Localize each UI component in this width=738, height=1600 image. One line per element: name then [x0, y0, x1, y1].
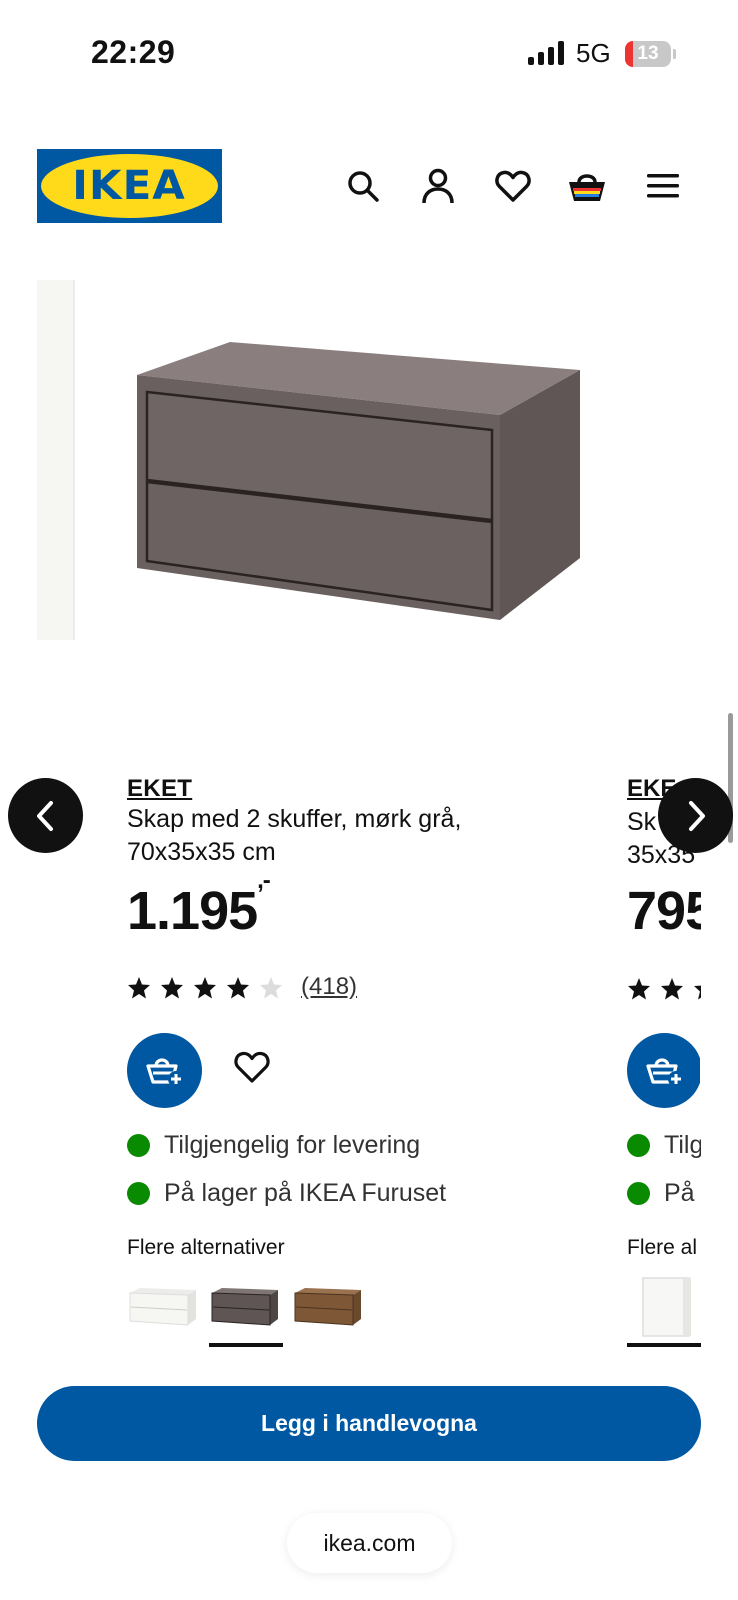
alternatives-label: Flere alternativer: [127, 1236, 285, 1259]
next-add-to-cart-icon-button[interactable]: [627, 1033, 700, 1108]
menu-icon[interactable]: [643, 166, 683, 206]
star-icon: [227, 976, 249, 998]
star-icon: [194, 976, 216, 998]
add-to-cart-button[interactable]: Legg i handlevogna: [37, 1386, 701, 1461]
battery-icon: 13: [625, 41, 671, 67]
price-suffix: ,-: [257, 867, 271, 894]
status-dot: [627, 1182, 650, 1205]
url-bar[interactable]: ikea.com: [287, 1513, 452, 1573]
previous-product-image[interactable]: [37, 280, 75, 640]
availability-text: På: [664, 1179, 695, 1207]
product-price: 1.195,-: [127, 867, 271, 942]
next-product-desc-line1[interactable]: Sk: [627, 808, 701, 837]
star-empty-icon: [260, 976, 282, 998]
status-time: 22:29: [91, 34, 176, 70]
product-description[interactable]: Skap med 2 skuffer, mørk grå, 70x35x35 c…: [127, 803, 527, 869]
next-availability-delivery: Tilg: [627, 1131, 701, 1160]
search-icon[interactable]: [343, 166, 383, 206]
star-icon: [128, 976, 150, 998]
price-value: 1.195: [127, 881, 258, 941]
status-dot: [127, 1182, 150, 1205]
availability-delivery: Tilgjengelig for levering: [127, 1131, 420, 1160]
signal-icon: [528, 41, 564, 65]
alternative-swatch-white[interactable]: [128, 1285, 198, 1327]
product-rating[interactable]: (418): [127, 973, 357, 1001]
cart-plus-icon: [645, 1057, 684, 1087]
selected-swatch-indicator: [209, 1343, 283, 1347]
account-icon[interactable]: [418, 166, 458, 206]
next-selected-swatch-indicator: [627, 1343, 701, 1347]
battery-tip: [673, 49, 676, 59]
star-icon: [161, 976, 183, 998]
product-image[interactable]: [125, 330, 585, 635]
cart-icon[interactable]: [567, 166, 607, 206]
logo-text: IKEA: [72, 163, 187, 209]
review-count[interactable]: (418): [301, 973, 357, 1001]
network-label: 5G: [576, 38, 611, 68]
heart-icon[interactable]: [493, 166, 533, 206]
alternative-swatch-walnut[interactable]: [293, 1285, 363, 1327]
ikea-logo[interactable]: IKEA: [37, 149, 222, 223]
status-dot: [127, 1134, 150, 1157]
next-product-desc-line2[interactable]: 35x35: [627, 841, 701, 870]
battery-level: 13: [637, 43, 659, 64]
availability-text: Tilg: [664, 1131, 701, 1159]
product-brand[interactable]: EKET: [127, 775, 567, 803]
next-availability-store: På: [627, 1179, 701, 1208]
availability-store: På lager på IKEA Furuset: [127, 1179, 446, 1208]
next-product-brand[interactable]: EKE: [627, 775, 701, 803]
carousel-prev-button[interactable]: [8, 778, 83, 853]
cart-plus-icon: [145, 1057, 184, 1087]
alternative-swatch-dark-grey[interactable]: [210, 1285, 280, 1327]
next-alternatives-label: Flere al: [627, 1236, 698, 1259]
status-dot: [627, 1134, 650, 1157]
chevron-left-icon: [36, 800, 53, 831]
add-to-cart-icon-button[interactable]: [127, 1033, 202, 1108]
availability-text: Tilgjengelig for levering: [164, 1131, 421, 1159]
next-alternative-swatch[interactable]: [627, 1276, 701, 1338]
next-product-rating[interactable]: [627, 977, 701, 1003]
heart-icon: [234, 1051, 270, 1083]
favourite-button[interactable]: [234, 1051, 274, 1091]
availability-text: På lager på IKEA Furuset: [164, 1179, 447, 1207]
product-card: EKET Skap med 2 skuffer, mørk grå, 70x35…: [127, 775, 567, 869]
next-product-price: 795: [627, 881, 701, 941]
